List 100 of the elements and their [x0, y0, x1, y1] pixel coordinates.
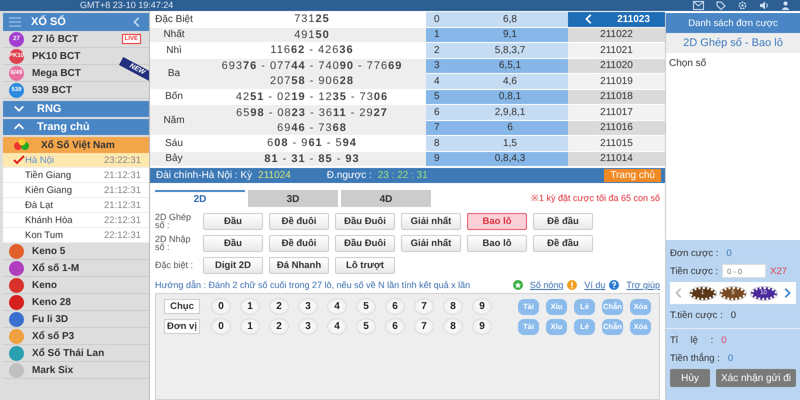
- digit-button[interactable]: 6: [385, 318, 405, 335]
- bet-option-button[interactable]: Đầu Đuôi: [335, 234, 395, 252]
- digit-button[interactable]: 5: [356, 318, 376, 335]
- speaker-icon[interactable]: [759, 1, 769, 10]
- prize-name: Bảy: [165, 153, 183, 164]
- digit-button[interactable]: 1: [240, 298, 260, 315]
- digit-button[interactable]: 8: [443, 298, 463, 315]
- help-link[interactable]: Trợ giúp: [626, 280, 660, 290]
- prize-name: Đặc Biệt: [155, 14, 193, 25]
- period-item[interactable]: 211017: [568, 105, 665, 120]
- menu-item[interactable]: Fu li 3D: [32, 314, 68, 324]
- user-icon[interactable]: [781, 1, 790, 10]
- bet-option-button[interactable]: Đề đuôi: [269, 234, 329, 252]
- digit-button[interactable]: 8: [443, 318, 463, 335]
- bet-option-button[interactable]: Đá Nhanh: [269, 256, 329, 274]
- winning-numbers: 11662 - 42636: [270, 44, 354, 56]
- menu-item[interactable]: 27 lô BCT: [32, 34, 78, 44]
- bet-option-button[interactable]: Digit 2D: [203, 256, 263, 274]
- digit-button[interactable]: 9: [472, 318, 492, 335]
- digit-button[interactable]: 1: [240, 318, 260, 335]
- bet-option-button[interactable]: Đầu: [203, 234, 263, 252]
- help-link[interactable]: Số nóng: [530, 280, 564, 290]
- period-item[interactable]: 211014: [568, 152, 665, 167]
- check-icon: [13, 155, 25, 165]
- digit-button[interactable]: 6: [385, 298, 405, 315]
- orders-label: Đơn cược :: [670, 248, 718, 258]
- period-item[interactable]: 211015: [568, 136, 665, 152]
- bet-option-button[interactable]: Đầu Đuôi: [335, 212, 395, 230]
- head-digit: 3: [434, 60, 440, 72]
- menu-section[interactable]: RNG: [3, 101, 149, 117]
- bet-option-button[interactable]: Lô trượt: [335, 256, 395, 274]
- period-item[interactable]: 211020: [568, 58, 665, 74]
- period-item[interactable]: 211022: [568, 28, 665, 43]
- digit-button[interactable]: 9: [472, 298, 492, 315]
- menu-item[interactable]: Mark Six: [32, 364, 74, 376]
- draw-label: Đài chính-Hà Nội : Kỳ: [156, 170, 252, 181]
- menu-item[interactable]: Keno 28: [32, 296, 71, 308]
- tab[interactable]: 3D: [248, 190, 338, 207]
- digit-button[interactable]: 3: [298, 298, 318, 315]
- tag-icon[interactable]: [716, 1, 726, 10]
- prompt-text: Chọn số: [669, 58, 706, 69]
- menu-item[interactable]: 539 BCT: [32, 84, 72, 96]
- winning-numbers: 4251 - 0219 - 1235 - 7306: [236, 90, 388, 103]
- help-link[interactable]: Ví dụ: [584, 280, 606, 290]
- bet-option-button[interactable]: Bao lô: [467, 234, 527, 252]
- head-digit: 6: [434, 106, 440, 118]
- menu-item[interactable]: Xổ Số Thái Lan: [32, 348, 104, 358]
- menu-item[interactable]: Xổ số 1-M: [32, 262, 80, 274]
- bet-option-button[interactable]: Đề đuôi: [269, 212, 329, 230]
- menu-group[interactable]: Xổ Số Việt Nam: [3, 137, 149, 153]
- prize-name: Sáu: [165, 138, 183, 149]
- settings-icon[interactable]: [738, 1, 747, 10]
- region-item[interactable]: Kon Tum 22:12:31: [3, 228, 149, 243]
- bet-option-button[interactable]: Đầu: [203, 212, 263, 230]
- region-item[interactable]: Kiên Giang 21:12:31: [3, 183, 149, 198]
- menu-item[interactable]: Xổ số P3: [32, 330, 74, 342]
- digit-button[interactable]: 0: [211, 298, 231, 315]
- bet-option-button[interactable]: Giải nhất: [401, 234, 461, 252]
- tab[interactable]: 4D: [341, 190, 431, 207]
- period-item[interactable]: 211016: [568, 120, 665, 136]
- region-item[interactable]: Đà Lạt 21:12:31: [3, 198, 149, 213]
- head-digit: 5: [434, 91, 440, 102]
- head-digit: 1: [434, 29, 440, 40]
- period-item[interactable]: 211019: [568, 74, 665, 90]
- tail-digits: 6,8: [503, 14, 517, 25]
- menu-item[interactable]: Keno: [32, 280, 57, 290]
- bet-option-button[interactable]: Giải nhất: [401, 212, 461, 230]
- menu-item[interactable]: Keno 5: [32, 246, 66, 256]
- bet-type-label: Đặc biệt :: [155, 261, 194, 269]
- bet-option-button[interactable]: Đề đầu: [533, 234, 593, 252]
- tail-digits: 6: [507, 122, 513, 134]
- menu-section[interactable]: Trang chủ: [3, 119, 149, 135]
- tail-digits: 4,6: [503, 76, 517, 87]
- digit-button[interactable]: 7: [414, 318, 434, 335]
- digit-button[interactable]: 3: [298, 318, 318, 335]
- win-label: Tiền thắng :: [670, 352, 720, 364]
- head-digit: 8: [434, 138, 440, 149]
- digit-button[interactable]: 0: [211, 318, 231, 335]
- digit-button[interactable]: 4: [327, 318, 347, 335]
- region-item[interactable]: Khánh Hòa 22:12:31: [3, 213, 149, 228]
- menu-item[interactable]: PK10 BCT: [32, 50, 80, 62]
- period-item[interactable]: 211023: [568, 12, 665, 28]
- digit-button[interactable]: 2: [269, 318, 289, 335]
- cancel-button[interactable]: Hủy: [670, 369, 710, 387]
- total-label: T.tiền cược :: [670, 310, 723, 320]
- multiplier-text: X27: [770, 266, 788, 276]
- digit-button[interactable]: 4: [327, 298, 347, 315]
- slip-title: Danh sách đơn cược: [688, 18, 778, 28]
- head-digit: 4: [434, 76, 440, 87]
- digit-button[interactable]: 2: [269, 298, 289, 315]
- digit-button[interactable]: 7: [414, 298, 434, 315]
- mail-icon[interactable]: [693, 1, 704, 10]
- region-item[interactable]: Tiền Giang 21:12:31: [3, 168, 149, 183]
- bet-option-button[interactable]: Đề đầu: [533, 212, 593, 230]
- digit-button[interactable]: 5: [356, 298, 376, 315]
- period-item[interactable]: 211021: [568, 43, 665, 58]
- menu-item[interactable]: Mega BCT: [32, 68, 81, 78]
- period-item[interactable]: 211018: [568, 90, 665, 105]
- confirm-button[interactable]: Xác nhận gửi đi: [716, 369, 796, 387]
- head-digit: 2: [434, 44, 440, 56]
